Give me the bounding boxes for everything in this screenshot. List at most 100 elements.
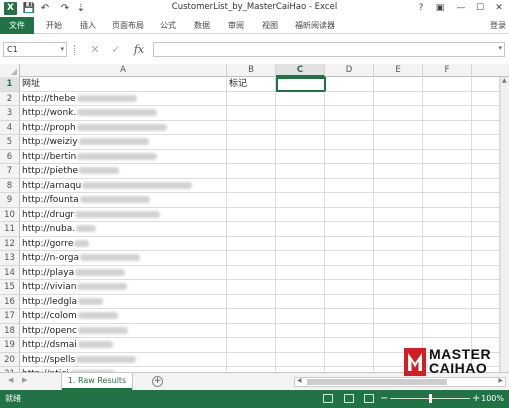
cell-f[interactable] bbox=[423, 236, 472, 251]
cell-c[interactable] bbox=[276, 164, 325, 179]
cell-d[interactable] bbox=[325, 207, 374, 222]
cell-e[interactable] bbox=[374, 193, 423, 208]
cell-g[interactable] bbox=[472, 135, 500, 150]
row-header[interactable]: 13 bbox=[0, 251, 20, 266]
cell-b[interactable] bbox=[227, 106, 276, 121]
scroll-left-icon[interactable]: ◀ bbox=[297, 377, 302, 384]
cell-b[interactable] bbox=[227, 294, 276, 309]
url-cell[interactable]: http://thebe bbox=[20, 91, 227, 106]
horizontal-scroll-thumb[interactable] bbox=[307, 379, 447, 385]
cell-c[interactable] bbox=[276, 338, 325, 353]
row-header[interactable]: 11 bbox=[0, 222, 20, 237]
cell-e[interactable] bbox=[374, 265, 423, 280]
cell-e[interactable] bbox=[374, 135, 423, 150]
cell-c[interactable] bbox=[276, 193, 325, 208]
tab-home[interactable]: 开始 bbox=[40, 17, 68, 34]
cell-b[interactable] bbox=[227, 309, 276, 324]
cell-g[interactable] bbox=[472, 222, 500, 237]
cell-e[interactable] bbox=[374, 309, 423, 324]
cell-c[interactable] bbox=[276, 149, 325, 164]
cell-d[interactable] bbox=[325, 193, 374, 208]
cell-e[interactable] bbox=[374, 120, 423, 135]
cell-f[interactable] bbox=[423, 135, 472, 150]
cell-g[interactable] bbox=[472, 120, 500, 135]
cell-b[interactable] bbox=[227, 352, 276, 367]
cell-g[interactable] bbox=[472, 323, 500, 338]
tab-view[interactable]: 视图 bbox=[256, 17, 284, 34]
url-cell[interactable]: http://vivian bbox=[20, 280, 227, 295]
sheet-tab-raw-results[interactable]: 1. Raw Results bbox=[62, 373, 132, 390]
cell-e[interactable] bbox=[374, 164, 423, 179]
cell-b[interactable] bbox=[227, 149, 276, 164]
url-cell[interactable]: http://weiziy bbox=[20, 135, 227, 150]
cell-g[interactable] bbox=[472, 193, 500, 208]
cell-e[interactable] bbox=[374, 323, 423, 338]
cell-c[interactable] bbox=[276, 280, 325, 295]
zoom-in-button[interactable]: + bbox=[472, 390, 480, 408]
url-cell[interactable]: http://openc bbox=[20, 323, 227, 338]
cell-f[interactable] bbox=[423, 106, 472, 121]
cell-b[interactable] bbox=[227, 178, 276, 193]
cell-c[interactable] bbox=[276, 120, 325, 135]
tab-data[interactable]: 数据 bbox=[188, 17, 216, 34]
column-header-f[interactable]: F bbox=[423, 64, 472, 77]
cell-e[interactable] bbox=[374, 280, 423, 295]
url-cell[interactable]: http://proph bbox=[20, 120, 227, 135]
cell-d[interactable] bbox=[325, 251, 374, 266]
horizontal-scrollbar[interactable]: ◀ ▶ bbox=[294, 377, 506, 387]
cell-c[interactable] bbox=[276, 91, 325, 106]
cell-d[interactable] bbox=[325, 280, 374, 295]
cell-f[interactable] bbox=[423, 149, 472, 164]
cell-g[interactable] bbox=[472, 294, 500, 309]
cell-c[interactable] bbox=[276, 323, 325, 338]
cell-g[interactable] bbox=[472, 91, 500, 106]
cell-b[interactable] bbox=[227, 120, 276, 135]
url-cell[interactable]: http://piethe bbox=[20, 164, 227, 179]
row-header[interactable]: 7 bbox=[0, 164, 20, 179]
add-sheet-icon[interactable]: + bbox=[152, 376, 163, 387]
cell-f[interactable] bbox=[423, 207, 472, 222]
insert-function-icon[interactable]: fx bbox=[132, 42, 146, 57]
cell-b[interactable] bbox=[227, 193, 276, 208]
cell-e[interactable] bbox=[374, 91, 423, 106]
tab-insert[interactable]: 插入 bbox=[74, 17, 102, 34]
row-header[interactable]: 8 bbox=[0, 178, 20, 193]
cell-g[interactable] bbox=[472, 265, 500, 280]
cell-g[interactable] bbox=[472, 280, 500, 295]
name-box[interactable]: C1 ▾ bbox=[3, 42, 67, 57]
cell-e[interactable] bbox=[374, 149, 423, 164]
cell-e1[interactable] bbox=[374, 77, 423, 92]
cell-f[interactable] bbox=[423, 265, 472, 280]
row-header[interactable]: 4 bbox=[0, 120, 20, 135]
cell-b[interactable] bbox=[227, 280, 276, 295]
scroll-up-icon[interactable]: ▲ bbox=[502, 77, 507, 84]
help-icon[interactable]: ? bbox=[413, 1, 429, 15]
url-cell[interactable]: http://gorre bbox=[20, 236, 227, 251]
cell-f[interactable] bbox=[423, 164, 472, 179]
url-cell[interactable]: http://nuba. bbox=[20, 222, 227, 237]
cell-g[interactable] bbox=[472, 106, 500, 121]
cell-g[interactable] bbox=[472, 164, 500, 179]
cell-b[interactable] bbox=[227, 91, 276, 106]
row-header[interactable]: 12 bbox=[0, 236, 20, 251]
cell-d[interactable] bbox=[325, 149, 374, 164]
url-cell[interactable]: http://arnaqu bbox=[20, 178, 227, 193]
cell-c[interactable] bbox=[276, 309, 325, 324]
cell-f1[interactable] bbox=[423, 77, 472, 92]
cell-g[interactable] bbox=[472, 178, 500, 193]
cell-f[interactable] bbox=[423, 323, 472, 338]
cell-g[interactable] bbox=[472, 251, 500, 266]
cell-f[interactable] bbox=[423, 91, 472, 106]
cell-c[interactable] bbox=[276, 352, 325, 367]
cell-c1-selected[interactable] bbox=[276, 77, 326, 92]
url-cell[interactable]: http://dsmai bbox=[20, 338, 227, 353]
cell-f[interactable] bbox=[423, 222, 472, 237]
cell-g[interactable] bbox=[472, 236, 500, 251]
row-header[interactable]: 9 bbox=[0, 193, 20, 208]
cell-f[interactable] bbox=[423, 120, 472, 135]
cell-d[interactable] bbox=[325, 164, 374, 179]
cell-e[interactable] bbox=[374, 294, 423, 309]
column-header-c[interactable]: C bbox=[276, 64, 325, 77]
cell-g[interactable] bbox=[472, 309, 500, 324]
cell-a1[interactable]: 网址 bbox=[20, 77, 227, 92]
